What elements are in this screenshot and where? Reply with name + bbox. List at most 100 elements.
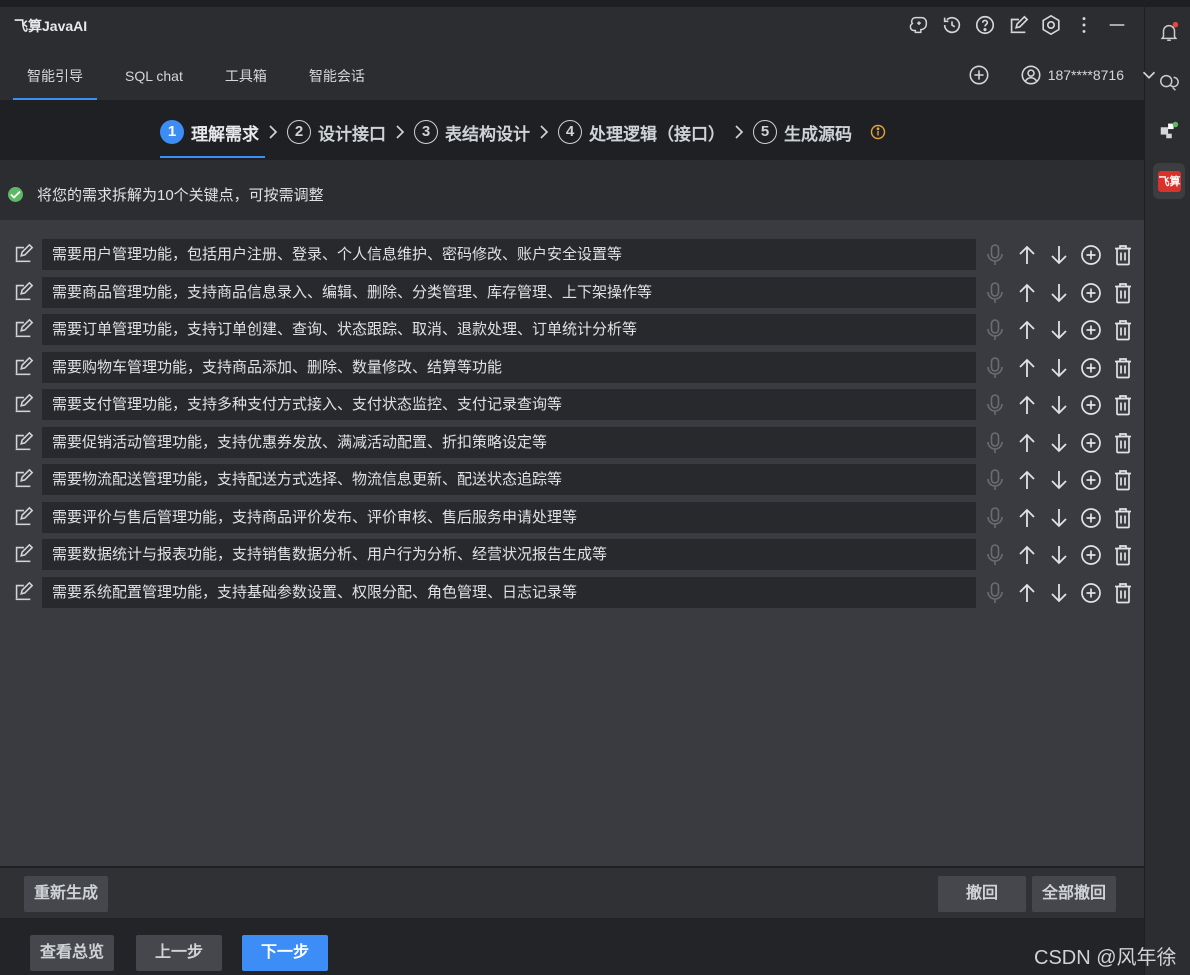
move-down-icon[interactable]: [1048, 431, 1070, 455]
requirement-text[interactable]: 需要用户管理功能，包括用户注册、登录、个人信息维护、密码修改、账户安全设置等: [42, 239, 976, 270]
step-process-logic[interactable]: 4 处理逻辑（接口）: [558, 116, 725, 148]
delete-icon[interactable]: [1112, 393, 1134, 417]
add-row-icon[interactable]: [1080, 468, 1102, 492]
edit-icon[interactable]: [1007, 14, 1029, 36]
microphone-icon[interactable]: [984, 243, 1006, 267]
tab-smart-chat[interactable]: 智能会话: [295, 56, 379, 98]
add-row-icon[interactable]: [1080, 393, 1102, 417]
delete-icon[interactable]: [1112, 506, 1134, 530]
row-actions: [984, 468, 1134, 492]
edit-icon[interactable]: [12, 543, 34, 565]
info-icon[interactable]: [870, 124, 886, 140]
move-down-icon[interactable]: [1048, 243, 1070, 267]
delete-icon[interactable]: [1112, 281, 1134, 305]
move-down-icon[interactable]: [1048, 318, 1070, 342]
requirement-text[interactable]: 需要购物车管理功能，支持商品添加、删除、数量修改、结算等功能: [42, 352, 976, 383]
add-row-icon[interactable]: [1080, 356, 1102, 380]
move-down-icon[interactable]: [1048, 468, 1070, 492]
move-down-icon[interactable]: [1048, 581, 1070, 605]
microphone-icon[interactable]: [984, 506, 1006, 530]
add-row-icon[interactable]: [1080, 318, 1102, 342]
tab-toolbox[interactable]: 工具箱: [211, 56, 281, 98]
notification-bell-icon[interactable]: [1158, 21, 1180, 43]
microphone-icon[interactable]: [984, 581, 1006, 605]
undo-button[interactable]: 撤回: [938, 876, 1026, 912]
regenerate-button[interactable]: 重新生成: [24, 876, 109, 912]
delete-icon[interactable]: [1112, 543, 1134, 567]
tab-smart-guide[interactable]: 智能引导: [13, 56, 97, 100]
delete-icon[interactable]: [1112, 243, 1134, 267]
delete-icon[interactable]: [1112, 468, 1134, 492]
move-up-icon[interactable]: [1016, 468, 1038, 492]
previous-step-button[interactable]: 上一步: [136, 935, 222, 971]
requirement-text[interactable]: 需要商品管理功能，支持商品信息录入、编辑、删除、分类管理、库存管理、上下架操作等: [42, 277, 976, 308]
move-up-icon[interactable]: [1016, 281, 1038, 305]
add-row-icon[interactable]: [1080, 243, 1102, 267]
edit-icon[interactable]: [12, 581, 34, 603]
plugin-icon[interactable]: [1158, 119, 1180, 141]
step-generate-code[interactable]: 5 生成源码: [753, 116, 852, 148]
tab-sql-chat[interactable]: SQL chat: [111, 56, 197, 98]
add-row-icon[interactable]: [1080, 506, 1102, 530]
minimize-icon[interactable]: [1106, 14, 1128, 36]
move-down-icon[interactable]: [1048, 281, 1070, 305]
add-row-icon[interactable]: [1080, 543, 1102, 567]
microphone-icon[interactable]: [984, 318, 1006, 342]
requirement-text[interactable]: 需要系统配置管理功能，支持基础参数设置、权限分配、角色管理、日志记录等: [42, 577, 976, 608]
history-icon[interactable]: [941, 14, 963, 36]
add-row-icon[interactable]: [1080, 431, 1102, 455]
move-up-icon[interactable]: [1016, 393, 1038, 417]
step-design-api[interactable]: 2 设计接口: [287, 116, 386, 148]
edit-icon[interactable]: [12, 356, 34, 378]
feisuan-app-button[interactable]: 飞算: [1153, 163, 1185, 199]
edit-icon[interactable]: [12, 506, 34, 528]
move-up-icon[interactable]: [1016, 581, 1038, 605]
move-down-icon[interactable]: [1048, 543, 1070, 567]
move-up-icon[interactable]: [1016, 431, 1038, 455]
add-row-icon[interactable]: [1080, 281, 1102, 305]
step-understand-requirements[interactable]: 1 理解需求: [160, 116, 265, 158]
delete-icon[interactable]: [1112, 356, 1134, 380]
requirement-text[interactable]: 需要促销活动管理功能，支持优惠券发放、满减活动配置、折扣策略设定等: [42, 427, 976, 458]
microphone-icon[interactable]: [984, 356, 1006, 380]
account-menu[interactable]: 187****8716: [1020, 64, 1160, 86]
move-up-icon[interactable]: [1016, 543, 1038, 567]
add-circle-icon[interactable]: [968, 64, 990, 86]
move-up-icon[interactable]: [1016, 506, 1038, 530]
step-table-design[interactable]: 3 表结构设计: [414, 116, 530, 148]
delete-icon[interactable]: [1112, 431, 1134, 455]
edit-icon[interactable]: [12, 281, 34, 303]
add-row-icon[interactable]: [1080, 581, 1102, 605]
requirement-text[interactable]: 需要评价与售后管理功能，支持商品评价发布、评价审核、售后服务申请处理等: [42, 502, 976, 533]
edit-icon[interactable]: [12, 243, 34, 265]
help-icon[interactable]: [974, 14, 996, 36]
undo-all-button[interactable]: 全部撤回: [1032, 876, 1117, 912]
requirement-text[interactable]: 需要数据统计与报表功能，支持销售数据分析、用户行为分析、经营状况报告生成等: [42, 539, 976, 570]
requirement-text[interactable]: 需要物流配送管理功能，支持配送方式选择、物流信息更新、配送状态追踪等: [42, 464, 976, 495]
microphone-icon[interactable]: [984, 393, 1006, 417]
move-down-icon[interactable]: [1048, 393, 1070, 417]
ai-chat-icon[interactable]: [1158, 71, 1180, 93]
more-icon[interactable]: [1073, 14, 1095, 36]
overview-button[interactable]: 查看总览: [30, 935, 115, 971]
move-up-icon[interactable]: [1016, 356, 1038, 380]
move-down-icon[interactable]: [1048, 506, 1070, 530]
delete-icon[interactable]: [1112, 581, 1134, 605]
move-up-icon[interactable]: [1016, 318, 1038, 342]
requirement-text[interactable]: 需要支付管理功能，支持多种支付方式接入、支付状态监控、支付记录查询等: [42, 389, 976, 420]
brain-icon[interactable]: [908, 14, 930, 36]
microphone-icon[interactable]: [984, 431, 1006, 455]
delete-icon[interactable]: [1112, 318, 1134, 342]
move-down-icon[interactable]: [1048, 356, 1070, 380]
move-up-icon[interactable]: [1016, 243, 1038, 267]
microphone-icon[interactable]: [984, 543, 1006, 567]
microphone-icon[interactable]: [984, 468, 1006, 492]
edit-icon[interactable]: [12, 431, 34, 453]
edit-icon[interactable]: [12, 318, 34, 340]
edit-icon[interactable]: [12, 393, 34, 415]
microphone-icon[interactable]: [984, 281, 1006, 305]
edit-icon[interactable]: [12, 468, 34, 490]
settings-icon[interactable]: [1040, 14, 1062, 36]
next-step-button[interactable]: 下一步: [242, 935, 328, 971]
requirement-text[interactable]: 需要订单管理功能，支持订单创建、查询、状态跟踪、取消、退款处理、订单统计分析等: [42, 314, 976, 345]
